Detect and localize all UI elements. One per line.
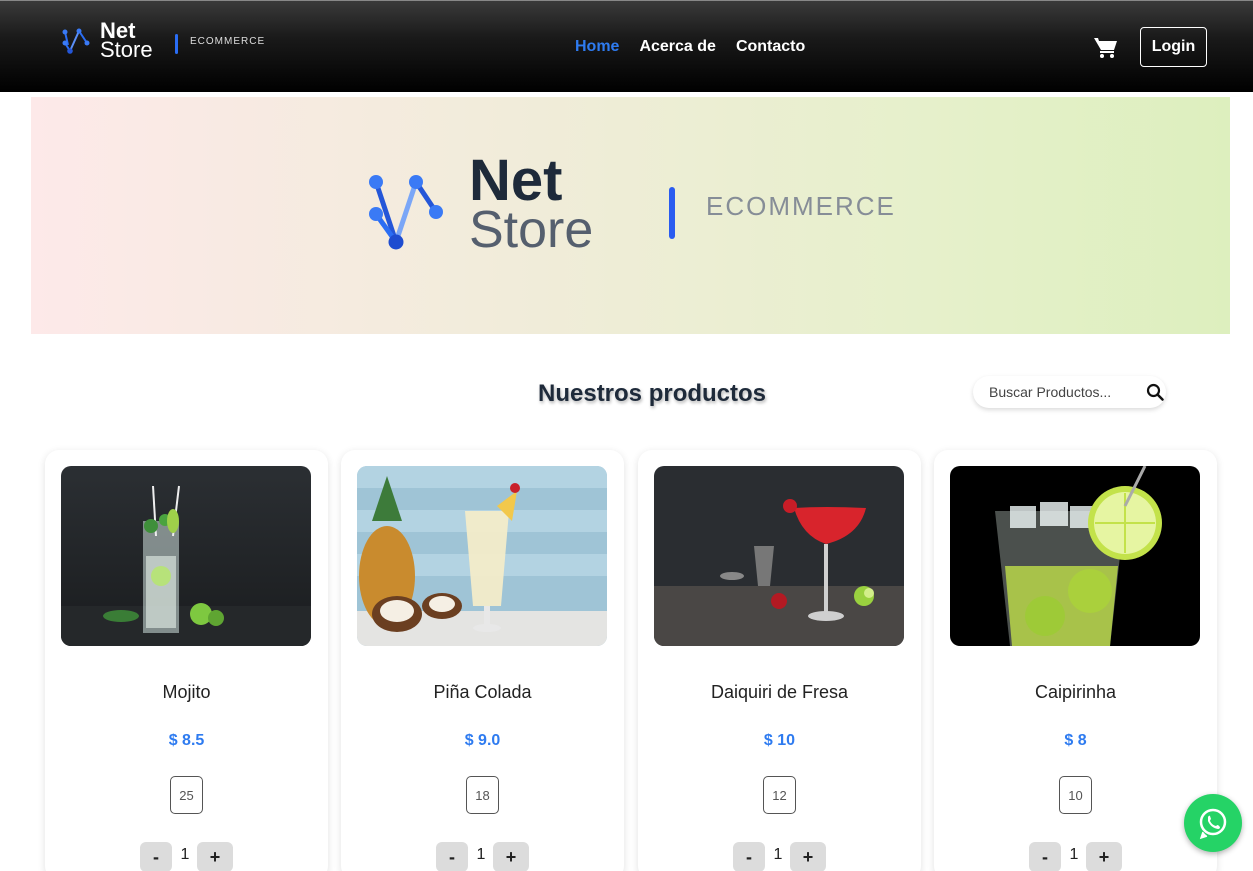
quantity-stepper: - 1 + <box>733 842 828 871</box>
search-icon[interactable] <box>1146 383 1164 401</box>
nav-brand-tag: ECOMMERCE <box>190 36 266 47</box>
product-stock-badge: 12 <box>763 776 796 814</box>
login-button[interactable]: Login <box>1140 27 1207 67</box>
hero-brand-tag: ECOMMERCE <box>706 191 896 221</box>
product-stock-badge: 18 <box>466 776 499 814</box>
quantity-value: 1 <box>180 846 190 863</box>
product-stock-badge: 25 <box>170 776 203 814</box>
hero-brand-store: Store <box>469 201 594 259</box>
nav-link-acerca[interactable]: Acerca de <box>639 38 716 56</box>
product-name: Mojito <box>162 682 211 702</box>
product-name: Caipirinha <box>1034 682 1117 702</box>
hero-brand-divider <box>669 187 675 239</box>
product-card-caipirinha: Caipirinha $ 8 10 - 1 + <box>934 450 1217 871</box>
nav-brand-store: Store <box>100 37 153 62</box>
nav-link-contacto[interactable]: Contacto <box>736 38 805 56</box>
quantity-stepper: - 1 + <box>140 842 235 871</box>
increase-quantity-button[interactable]: + <box>493 842 529 871</box>
search-input[interactable] <box>989 384 1139 400</box>
product-card-pina-colada: Piña Colada $ 9.0 18 - 1 + <box>341 450 624 871</box>
product-price: $ 8 <box>1064 732 1087 749</box>
product-image-mojito <box>61 466 311 646</box>
nav-links: Home Acerca de Contacto <box>575 38 805 56</box>
nav-logo[interactable]: Net Store <box>60 20 153 62</box>
decrease-quantity-button[interactable]: - <box>733 842 765 871</box>
nav-brand-divider <box>175 34 178 54</box>
decrease-quantity-button[interactable]: - <box>140 842 172 871</box>
product-card-mojito: Mojito $ 8.5 25 - 1 + <box>45 450 328 871</box>
hero-logo-icon <box>369 175 443 250</box>
search-box <box>973 376 1166 408</box>
product-price: $ 8.5 <box>168 732 205 749</box>
increase-quantity-button[interactable]: + <box>197 842 233 871</box>
nav-brand-text: Net Store <box>100 20 153 62</box>
product-card-daiquiri-de-fresa: Daiquiri de Fresa $ 10 12 - 1 + <box>638 450 921 871</box>
quantity-value: 1 <box>1069 846 1079 863</box>
decrease-quantity-button[interactable]: - <box>436 842 468 871</box>
quantity-stepper: - 1 + <box>436 842 531 871</box>
increase-quantity-button[interactable]: + <box>1086 842 1122 871</box>
nav-link-home[interactable]: Home <box>575 38 619 56</box>
products-section-title: Nuestros productos <box>538 380 767 407</box>
whatsapp-button[interactable] <box>1184 794 1242 852</box>
cart-icon[interactable] <box>1094 37 1118 59</box>
product-name: Piña Colada <box>433 682 532 702</box>
increase-quantity-button[interactable]: + <box>790 842 826 871</box>
decrease-quantity-button[interactable]: - <box>1029 842 1061 871</box>
product-image-daiquiri-de-fresa <box>654 466 904 646</box>
quantity-stepper: - 1 + <box>1029 842 1124 871</box>
product-image-pina-colada <box>357 466 607 646</box>
quantity-value: 1 <box>476 846 486 863</box>
top-navbar: Net Store ECOMMERCE Home Acerca de Conta… <box>0 0 1253 92</box>
product-price: $ 10 <box>763 732 796 749</box>
product-image-caipirinha <box>950 466 1200 646</box>
logo-icon <box>62 28 90 54</box>
whatsapp-icon <box>1199 808 1227 840</box>
product-stock-badge: 10 <box>1059 776 1092 814</box>
quantity-value: 1 <box>773 846 783 863</box>
product-price: $ 9.0 <box>464 732 501 749</box>
product-name: Daiquiri de Fresa <box>710 682 849 702</box>
hero-banner: Net Store ECOMMERCE <box>31 97 1230 334</box>
